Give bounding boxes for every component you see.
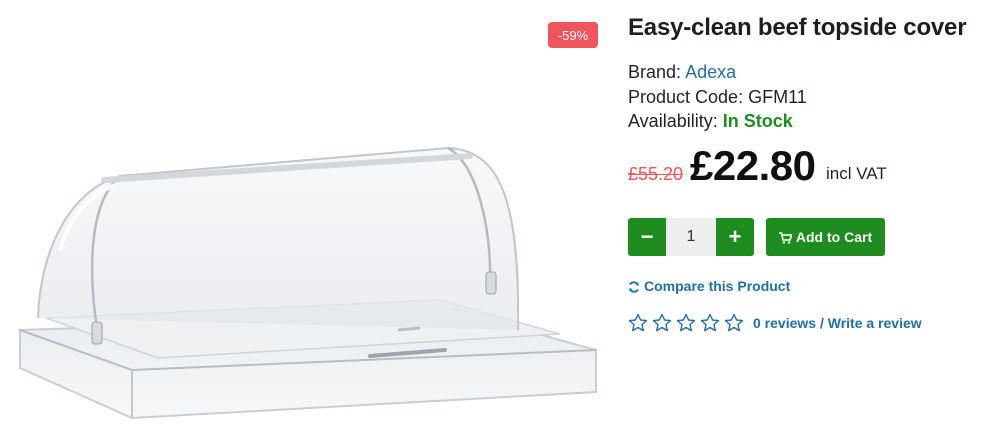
availability-label: Availability: — [628, 111, 718, 131]
star-outline-icon[interactable] — [652, 313, 672, 333]
star-outline-icon[interactable] — [724, 313, 744, 333]
quantity-input[interactable] — [666, 218, 716, 256]
star-outline-icon[interactable] — [676, 313, 696, 333]
product-code-label: Product Code: — [628, 87, 744, 107]
product-code-line: Product Code: GFM11 — [628, 87, 807, 108]
reviews-text: 0 reviews / Write a review — [753, 315, 922, 331]
brand-line: Brand: Adexa — [628, 62, 736, 83]
discount-badge: -59% — [548, 22, 598, 48]
cart-icon — [778, 231, 793, 244]
availability-status: In Stock — [722, 111, 793, 131]
old-price: £55.20 — [628, 164, 684, 184]
reviews-count-link[interactable]: 0 reviews — [753, 315, 816, 331]
brand-label: Brand: — [628, 62, 682, 82]
review-separator: / — [816, 315, 828, 331]
product-code-value: GFM11 — [748, 87, 807, 107]
brand-link[interactable]: Adexa — [685, 62, 736, 82]
product-image[interactable] — [0, 0, 612, 428]
add-to-cart-button[interactable]: Add to Cart — [766, 218, 885, 256]
current-price: £22.80 — [690, 142, 816, 189]
compare-product-label: Compare this Product — [644, 278, 791, 294]
product-photo — [19, 146, 597, 420]
product-title: Easy-clean beef topside cover — [628, 14, 967, 41]
vat-note: incl VAT — [826, 164, 887, 183]
star-outline-icon[interactable] — [700, 313, 720, 333]
compare-product-link[interactable]: Compare this Product — [628, 278, 790, 294]
quantity-increase-button[interactable]: + — [716, 218, 754, 256]
star-outline-icon[interactable] — [628, 313, 648, 333]
quantity-decrease-button[interactable]: − — [628, 218, 666, 256]
add-to-cart-label: Add to Cart — [795, 229, 873, 245]
write-review-link[interactable]: Write a review — [828, 315, 922, 331]
availability-line: Availability: In Stock — [628, 111, 793, 132]
refresh-icon — [628, 280, 640, 293]
